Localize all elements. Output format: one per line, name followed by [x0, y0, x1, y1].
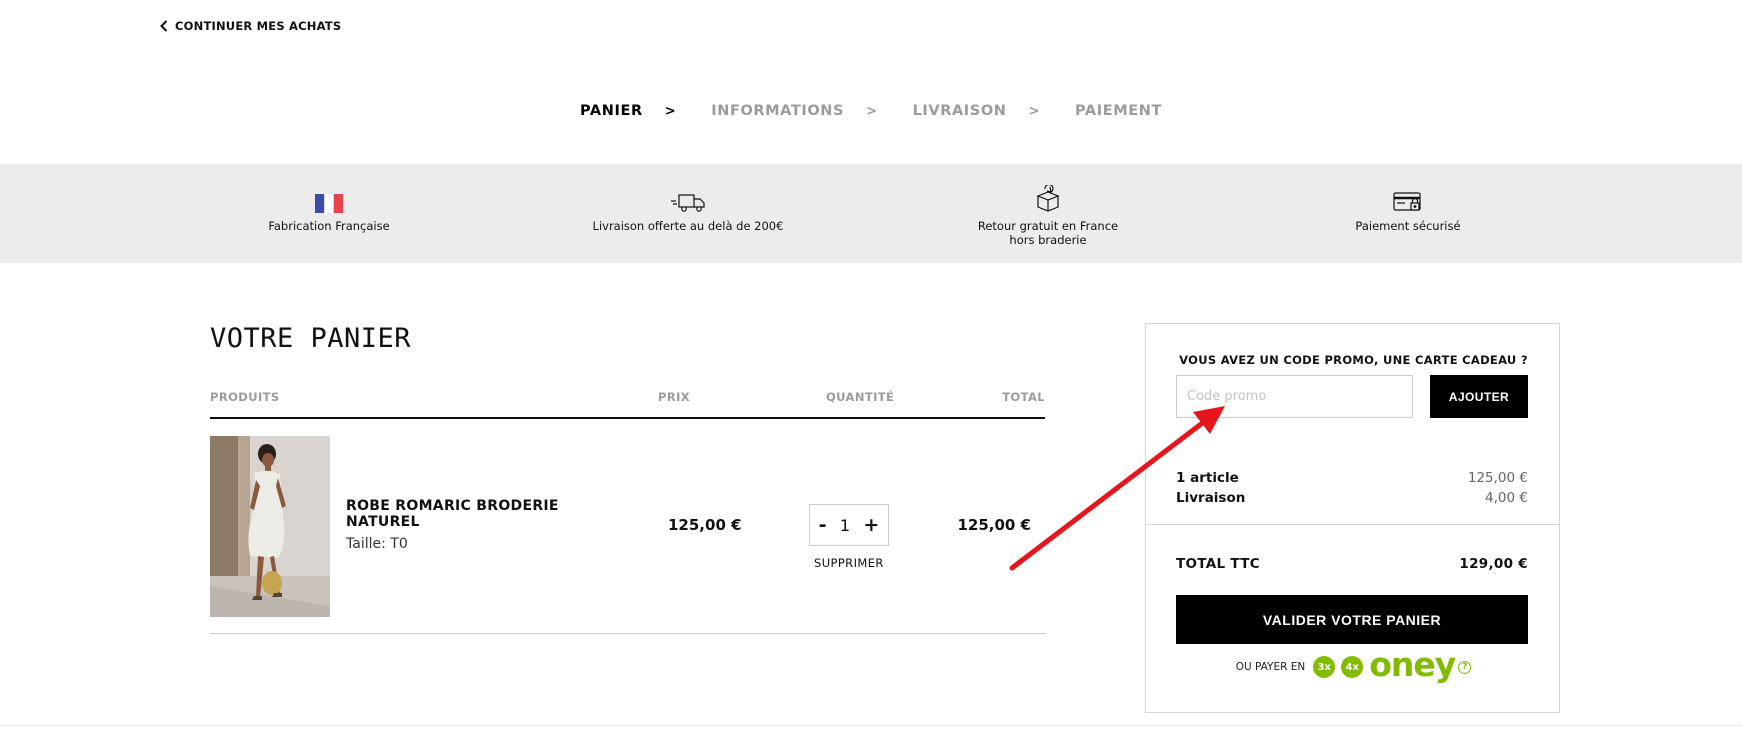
feature-text-2: hors braderie — [1009, 233, 1087, 247]
summary-divider — [1146, 524, 1559, 525]
cart-title: VOTRE PANIER — [210, 323, 412, 354]
oney-logo: oney — [1369, 645, 1456, 684]
column-price: PRIX — [658, 390, 691, 404]
delivery-truck-icon — [671, 194, 705, 212]
product-price: 125,00 € — [668, 516, 742, 534]
feature-french-made: Fabrication Française — [199, 187, 459, 233]
product-line-total: 125,00 € — [957, 516, 1031, 534]
column-quantity: QUANTITÉ — [826, 390, 895, 404]
page-bottom-divider — [0, 725, 1742, 726]
add-promo-button[interactable]: AJOUTER — [1430, 375, 1528, 418]
cart-item-row: ROBE ROMARIC BRODERIE NATUREL Taille: T0… — [210, 436, 1046, 634]
secure-card-icon — [1393, 192, 1421, 211]
feature-free-delivery: Livraison offerte au delà de 200€ — [558, 187, 818, 233]
step-paiement[interactable]: PAIEMENT — [1075, 103, 1162, 119]
pay-in-label: OU PAYER EN — [1235, 661, 1306, 673]
product-size: Taille: T0 — [346, 536, 408, 552]
promo-code-input[interactable] — [1176, 375, 1413, 418]
continue-shopping-link[interactable]: CONTINUER MES ACHATS — [160, 19, 341, 33]
validate-cart-button[interactable]: VALIDER VOTRE PANIER — [1176, 595, 1528, 644]
shipping-value: 4,00 € — [1485, 490, 1528, 506]
column-total: TOTAL — [1002, 390, 1045, 404]
step-informations[interactable]: INFORMATIONS — [711, 103, 844, 119]
remove-item-button[interactable]: SUPPRIMER — [814, 556, 884, 570]
feature-text: Paiement sécurisé — [1355, 219, 1461, 233]
feature-free-return: Retour gratuit en France hors braderie — [918, 185, 1178, 247]
summary-articles-line: 1 article 125,00 € — [1176, 470, 1528, 486]
oney-4x-badge: 4x — [1341, 656, 1364, 678]
step-panier[interactable]: PANIER — [580, 103, 643, 119]
step-separator: > — [866, 103, 878, 119]
french-flag-icon — [315, 194, 343, 213]
oney-payment-option[interactable]: OU PAYER EN 3x 4x oney ? — [1146, 648, 1561, 681]
oney-3x-badge: 3x — [1313, 656, 1336, 678]
decrease-quantity-button[interactable]: - — [815, 514, 831, 536]
articles-value: 125,00 € — [1467, 470, 1528, 486]
cart-table-header: PRODUITS PRIX QUANTITÉ TOTAL — [210, 390, 1045, 419]
feature-text: Livraison offerte au delà de 200€ — [592, 219, 784, 233]
step-livraison[interactable]: LIVRAISON — [913, 103, 1007, 119]
feature-secure-payment: Paiement sécurisé — [1278, 187, 1538, 233]
increase-quantity-button[interactable]: + — [859, 514, 883, 536]
shipping-label: Livraison — [1176, 490, 1246, 506]
total-label: TOTAL TTC — [1176, 556, 1260, 572]
return-box-icon — [1036, 185, 1060, 212]
reassurance-band: Fabrication Française Livraison offerte … — [0, 164, 1742, 263]
step-separator: > — [1028, 103, 1041, 119]
quantity-stepper: - 1 + — [809, 504, 889, 546]
product-name[interactable]: ROBE ROMARIC BRODERIE NATUREL — [346, 498, 576, 530]
feature-text: Fabrication Française — [268, 219, 390, 233]
column-products: PRODUITS — [210, 390, 280, 404]
feature-text: Retour gratuit en France — [977, 219, 1119, 233]
total-value: 129,00 € — [1459, 556, 1528, 572]
quantity-value: 1 — [839, 515, 851, 535]
chevron-left-icon — [160, 20, 168, 32]
help-icon[interactable]: ? — [1458, 660, 1472, 674]
product-image[interactable] — [210, 436, 330, 617]
step-separator: > — [664, 103, 677, 119]
continue-shopping-label: CONTINUER MES ACHATS — [175, 19, 342, 33]
summary-total-line: TOTAL TTC 129,00 € — [1176, 556, 1528, 572]
summary-shipping-line: Livraison 4,00 € — [1176, 490, 1528, 506]
checkout-steps: PANIER > INFORMATIONS > LIVRAISON > PAIE… — [0, 103, 1742, 119]
order-summary: VOUS AVEZ UN CODE PROMO, UNE CARTE CADEA… — [1145, 323, 1560, 713]
articles-label: 1 article — [1176, 470, 1239, 486]
promo-title: VOUS AVEZ UN CODE PROMO, UNE CARTE CADEA… — [1179, 353, 1528, 367]
